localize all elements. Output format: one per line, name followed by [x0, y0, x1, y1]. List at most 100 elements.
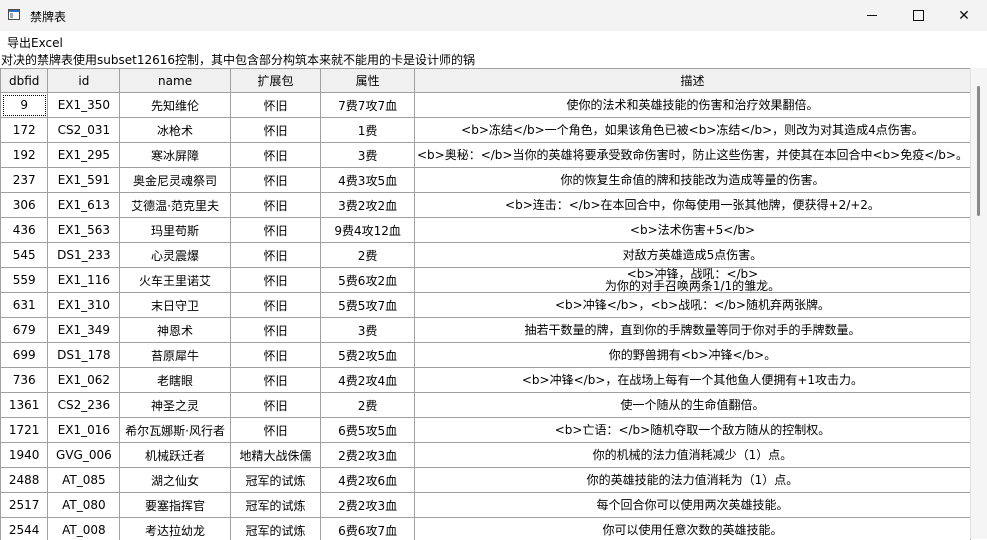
table-row[interactable]: 9EX1_350先知维伦怀旧7费7攻7血使你的法术和英雄技能的伤害和治疗效果翻倍…	[1, 93, 971, 118]
table-cell[interactable]: EX1_310	[48, 293, 120, 318]
table-cell[interactable]: 4费2攻6血	[321, 468, 415, 493]
table-cell[interactable]: 怀旧	[230, 218, 321, 243]
table-cell[interactable]: 湖之仙女	[120, 468, 230, 493]
table-cell[interactable]: 3费	[321, 318, 415, 343]
table-cell[interactable]: 5费2攻5血	[321, 343, 415, 368]
table-cell[interactable]: 9	[1, 93, 48, 118]
table-cell[interactable]: 4费3攻5血	[321, 168, 415, 193]
table-row[interactable]: 1361CS2_236神圣之灵怀旧2费使一个随从的生命值翻倍。	[1, 393, 971, 418]
column-header[interactable]: id	[48, 69, 120, 93]
table-cell[interactable]: 怀旧	[230, 118, 321, 143]
column-header[interactable]: 属性	[321, 69, 415, 93]
table-cell[interactable]: EX1_295	[48, 143, 120, 168]
close-button[interactable]: ✕	[941, 0, 987, 31]
table-cell[interactable]: 使你的法术和英雄技能的伤害和治疗效果翻倍。	[414, 93, 970, 118]
table-cell[interactable]: 你的恢复生命值的牌和技能改为造成等量的伤害。	[414, 168, 970, 193]
table-cell[interactable]: 2费	[321, 243, 415, 268]
table-cell[interactable]: GVG_006	[48, 443, 120, 468]
table-row[interactable]: 436EX1_563玛里苟斯怀旧9费4攻12血<b>法术伤害+5</b>	[1, 218, 971, 243]
table-cell[interactable]: <b>冻结</b>一个角色，如果该角色已被<b>冻结</b>，则改为对其造成4点…	[414, 118, 970, 143]
table-cell[interactable]: <b>奥秘：</b>当你的英雄将要承受致命伤害时，防止这些伤害，并使其在本回合中…	[414, 143, 970, 168]
table-cell[interactable]: EX1_591	[48, 168, 120, 193]
table-cell[interactable]: 冠军的试炼	[230, 468, 321, 493]
column-header[interactable]: name	[120, 69, 230, 93]
column-header[interactable]: dbfid	[1, 69, 48, 93]
table-cell[interactable]: <b>法术伤害+5</b>	[414, 218, 970, 243]
table-cell[interactable]: 怀旧	[230, 168, 321, 193]
table-cell[interactable]: 神恩术	[120, 318, 230, 343]
column-header[interactable]: 描述	[414, 69, 970, 93]
table-cell[interactable]: 寒冰屏障	[120, 143, 230, 168]
table-cell[interactable]: <b>亡语：</b>随机夺取一个敌方随从的控制权。	[414, 418, 970, 443]
table-cell[interactable]: AT_080	[48, 493, 120, 518]
table-cell[interactable]: 7费7攻7血	[321, 93, 415, 118]
table-row[interactable]: 679EX1_349神恩术怀旧3费抽若干数量的牌，直到你的手牌数量等同于你对手的…	[1, 318, 971, 343]
table-row[interactable]: 2488AT_085湖之仙女冠军的试炼4费2攻6血你的英雄技能的法力值消耗为（1…	[1, 468, 971, 493]
table-cell[interactable]: 2费2攻3血	[321, 443, 415, 468]
table-cell[interactable]: 436	[1, 218, 48, 243]
table-row[interactable]: 1721EX1_016希尔瓦娜斯·风行者怀旧6费5攻5血<b>亡语：</b>随机…	[1, 418, 971, 443]
table-cell[interactable]: 1721	[1, 418, 48, 443]
table-cell[interactable]: EX1_613	[48, 193, 120, 218]
table-cell[interactable]: EX1_563	[48, 218, 120, 243]
table-cell[interactable]: 736	[1, 368, 48, 393]
table-cell[interactable]: 237	[1, 168, 48, 193]
table-cell[interactable]: 你的机械的法力值消耗减少（1）点。	[414, 443, 970, 468]
table-cell[interactable]: 玛里苟斯	[120, 218, 230, 243]
table-cell[interactable]: 1940	[1, 443, 48, 468]
table-cell[interactable]: 4费2攻4血	[321, 368, 415, 393]
table-cell[interactable]: EX1_350	[48, 93, 120, 118]
table-cell[interactable]: 对敌方英雄造成5点伤害。	[414, 243, 970, 268]
table-cell[interactable]: <b>连击：</b>在本回合中，你每使用一张其他牌，便获得+2/+2。	[414, 193, 970, 218]
table-cell[interactable]: DS1_233	[48, 243, 120, 268]
table-row[interactable]: 545DS1_233心灵震爆怀旧2费对敌方英雄造成5点伤害。	[1, 243, 971, 268]
table-cell[interactable]: 631	[1, 293, 48, 318]
table-row[interactable]: 736EX1_062老瞎眼怀旧4费2攻4血<b>冲锋</b>，在战场上每有一个其…	[1, 368, 971, 393]
table-cell[interactable]: 306	[1, 193, 48, 218]
table-cell[interactable]: 考达拉幼龙	[120, 518, 230, 540]
table-cell[interactable]: 冠军的试炼	[230, 493, 321, 518]
table-row[interactable]: 192EX1_295寒冰屏障怀旧3费<b>奥秘：</b>当你的英雄将要承受致命伤…	[1, 143, 971, 168]
table-cell[interactable]: CS2_031	[48, 118, 120, 143]
table-cell[interactable]: 每个回合你可以使用两次英雄技能。	[414, 493, 970, 518]
table-cell[interactable]: 你的野兽拥有<b>冲锋</b>。	[414, 343, 970, 368]
table-row[interactable]: 699DS1_178苔原犀牛怀旧5费2攻5血你的野兽拥有<b>冲锋</b>。	[1, 343, 971, 368]
table-cell[interactable]: 怀旧	[230, 243, 321, 268]
table-cell[interactable]: 怀旧	[230, 393, 321, 418]
table-cell[interactable]: 火车王里诺艾	[120, 268, 230, 293]
table-cell[interactable]: 2488	[1, 468, 48, 493]
ban-list-grid[interactable]: dbfididname扩展包属性描述 9EX1_350先知维伦怀旧7费7攻7血使…	[0, 68, 971, 540]
table-row[interactable]: 172CS2_031冰枪术怀旧1费<b>冻结</b>一个角色，如果该角色已被<b…	[1, 118, 971, 143]
table-cell[interactable]: 你可以使用任意次数的英雄技能。	[414, 518, 970, 540]
table-cell[interactable]: 2费	[321, 393, 415, 418]
table-cell[interactable]: EX1_016	[48, 418, 120, 443]
table-cell[interactable]: 先知维伦	[120, 93, 230, 118]
table-cell[interactable]: 559	[1, 268, 48, 293]
table-cell[interactable]: 怀旧	[230, 293, 321, 318]
table-cell[interactable]: 怀旧	[230, 343, 321, 368]
table-cell[interactable]: 5费5攻7血	[321, 293, 415, 318]
table-cell[interactable]: <b>冲锋，战吼：</b>为你的对手召唤两条1/1的雏龙。	[414, 268, 970, 293]
table-cell[interactable]: 希尔瓦娜斯·风行者	[120, 418, 230, 443]
table-cell[interactable]: 机械跃迁者	[120, 443, 230, 468]
table-cell[interactable]: 苔原犀牛	[120, 343, 230, 368]
table-row[interactable]: 237EX1_591奥金尼灵魂祭司怀旧4费3攻5血你的恢复生命值的牌和技能改为造…	[1, 168, 971, 193]
table-cell[interactable]: 使一个随从的生命值翻倍。	[414, 393, 970, 418]
table-cell[interactable]: 奥金尼灵魂祭司	[120, 168, 230, 193]
table-cell[interactable]: 2544	[1, 518, 48, 540]
table-cell[interactable]: 6费6攻7血	[321, 518, 415, 540]
table-row[interactable]: 306EX1_613艾德温·范克里夫怀旧3费2攻2血<b>连击：</b>在本回合…	[1, 193, 971, 218]
table-cell[interactable]: EX1_349	[48, 318, 120, 343]
table-row[interactable]: 1940GVG_006机械跃迁者地精大战侏儒2费2攻3血你的机械的法力值消耗减少…	[1, 443, 971, 468]
minimize-button[interactable]	[849, 0, 895, 31]
table-row[interactable]: 631EX1_310末日守卫怀旧5费5攻7血<b>冲锋</b>，<b>战吼：</…	[1, 293, 971, 318]
table-cell[interactable]: 2费2攻3血	[321, 493, 415, 518]
table-cell[interactable]: 172	[1, 118, 48, 143]
table-row[interactable]: 559EX1_116火车王里诺艾怀旧5费6攻2血<b>冲锋，战吼：</b>为你的…	[1, 268, 971, 293]
table-cell[interactable]: 怀旧	[230, 418, 321, 443]
table-cell[interactable]: DS1_178	[48, 343, 120, 368]
table-cell[interactable]: 末日守卫	[120, 293, 230, 318]
table-cell[interactable]: 192	[1, 143, 48, 168]
vertical-scrollbar[interactable]	[970, 68, 987, 539]
table-cell[interactable]: EX1_116	[48, 268, 120, 293]
